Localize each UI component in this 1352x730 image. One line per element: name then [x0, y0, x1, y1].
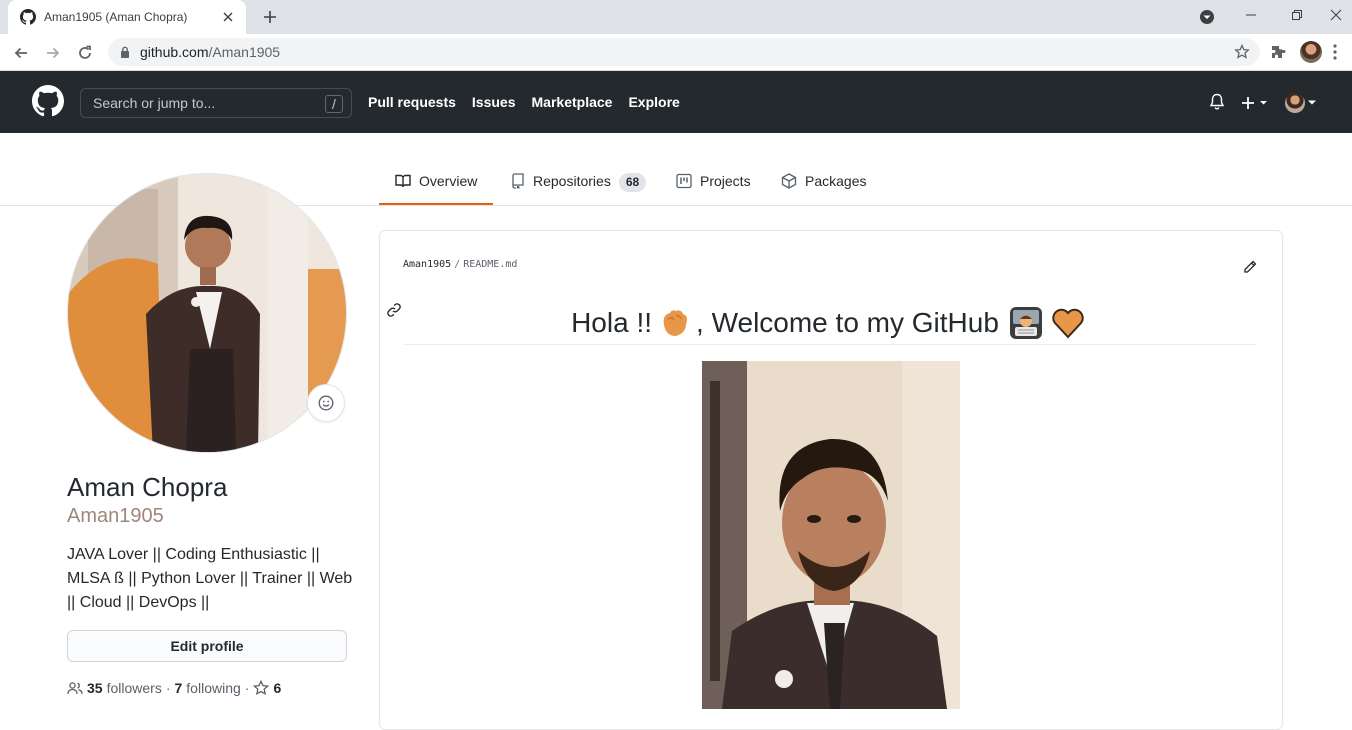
plus-icon[interactable] [258, 6, 282, 28]
follow-stats: 35 followers · 7 following · 6 [67, 680, 281, 696]
nav-marketplace[interactable]: Marketplace [532, 94, 613, 110]
browser-tabstrip: Aman1905 (Aman Chopra) [0, 0, 1352, 34]
smiley-icon [318, 395, 334, 411]
set-status-button[interactable] [307, 384, 345, 422]
people-icon [67, 680, 83, 696]
heading-welcome: , Welcome to my GitHub [696, 306, 999, 338]
readme-photo-illustration [702, 361, 960, 709]
readme-path-separator: / [454, 259, 461, 270]
nav-issues[interactable]: Issues [472, 94, 516, 110]
tab-packages-label: Packages [805, 173, 867, 189]
profile-avatar[interactable] [67, 173, 347, 453]
avatar[interactable] [1285, 93, 1305, 113]
followers-link[interactable]: followers [107, 680, 162, 696]
edit-profile-button[interactable]: Edit profile [67, 630, 347, 662]
separator-dot: · [165, 680, 171, 696]
readme-path: Aman1905/README.md [403, 259, 517, 270]
window-close-icon[interactable] [1320, 0, 1352, 30]
profile-bio: JAVA Lover || Coding Enthusiastic || MLS… [67, 546, 353, 611]
tab-overview-label: Overview [419, 173, 478, 189]
search-shortcut-key: / [325, 95, 343, 113]
package-icon [781, 173, 797, 189]
technologist-emoji-icon [1009, 306, 1043, 340]
repo-icon [511, 173, 525, 189]
extensions-icon[interactable] [1270, 44, 1286, 60]
pencil-icon[interactable] [1242, 259, 1258, 275]
menu-icon[interactable] [1333, 44, 1337, 60]
readme-card: Aman1905/README.md Hola !! , Welcome to … [379, 230, 1283, 730]
tab-title: Aman1905 (Aman Chopra) [44, 10, 188, 24]
browser-toolbar: github.com/Aman1905 [0, 34, 1352, 71]
github-logo-icon[interactable] [32, 85, 64, 117]
orange-heart-icon [1051, 307, 1085, 339]
chevron-down-icon[interactable] [1307, 100, 1317, 106]
following-count[interactable]: 7 [175, 680, 183, 696]
search-input[interactable]: Search or jump to... / [80, 88, 352, 118]
bell-icon[interactable] [1209, 93, 1225, 111]
plus-dropdown-icon[interactable] [1241, 96, 1271, 110]
profile-photo-illustration [68, 174, 346, 452]
browser-tab[interactable]: Aman1905 (Aman Chopra) [8, 0, 246, 34]
following-link[interactable]: following [186, 680, 240, 696]
readme-file-link[interactable]: README.md [463, 259, 517, 270]
github-header: Search or jump to... / Pull requests Iss… [0, 71, 1352, 133]
github-favicon-icon [20, 9, 36, 25]
url-text: github.com/Aman1905 [140, 44, 280, 60]
close-icon[interactable] [220, 9, 236, 25]
stars-count[interactable]: 6 [273, 680, 281, 696]
minimize-icon[interactable] [1228, 0, 1274, 30]
readme-owner-link[interactable]: Aman1905 [403, 259, 451, 270]
search-placeholder: Search or jump to... [93, 95, 216, 111]
star-bookmark-icon[interactable] [1234, 44, 1250, 60]
global-nav: Pull requests Issues Marketplace Explore [368, 94, 680, 110]
star-icon [253, 680, 270, 696]
tab-repositories[interactable]: Repositories 68 [511, 165, 647, 205]
readme-heading: Hola !! , Welcome to my GitHub [404, 301, 1256, 345]
profile-name: Aman Chopra [67, 472, 228, 502]
readme-profile-photo [702, 361, 960, 709]
browser-profile-avatar[interactable] [1300, 41, 1322, 63]
nav-explore[interactable]: Explore [628, 94, 679, 110]
address-bar[interactable]: github.com/Aman1905 [108, 38, 1260, 66]
repositories-count: 68 [618, 173, 647, 192]
tab-search-icon[interactable] [1198, 8, 1216, 26]
wave-emoji-icon [656, 305, 692, 341]
tab-repositories-label: Repositories [533, 173, 611, 189]
project-icon [676, 173, 692, 189]
nav-pull-requests[interactable]: Pull requests [368, 94, 456, 110]
link-icon[interactable] [386, 302, 402, 318]
url-path: /Aman1905 [208, 44, 281, 60]
lock-icon [120, 46, 130, 58]
url-host: github.com [140, 44, 209, 60]
profile-login: Aman1905 [67, 505, 164, 527]
followers-count[interactable]: 35 [87, 680, 103, 696]
forward-icon[interactable] [40, 40, 66, 66]
restore-icon[interactable] [1274, 0, 1320, 30]
book-icon [395, 173, 411, 189]
tab-projects[interactable]: Projects [676, 165, 751, 205]
back-icon[interactable] [8, 40, 34, 66]
reload-icon[interactable] [72, 40, 98, 66]
separator-dot-2: · [244, 680, 250, 696]
tab-projects-label: Projects [700, 173, 751, 189]
tab-overview[interactable]: Overview [379, 165, 494, 205]
heading-hola: Hola !! [571, 306, 653, 338]
tab-packages[interactable]: Packages [781, 165, 866, 205]
